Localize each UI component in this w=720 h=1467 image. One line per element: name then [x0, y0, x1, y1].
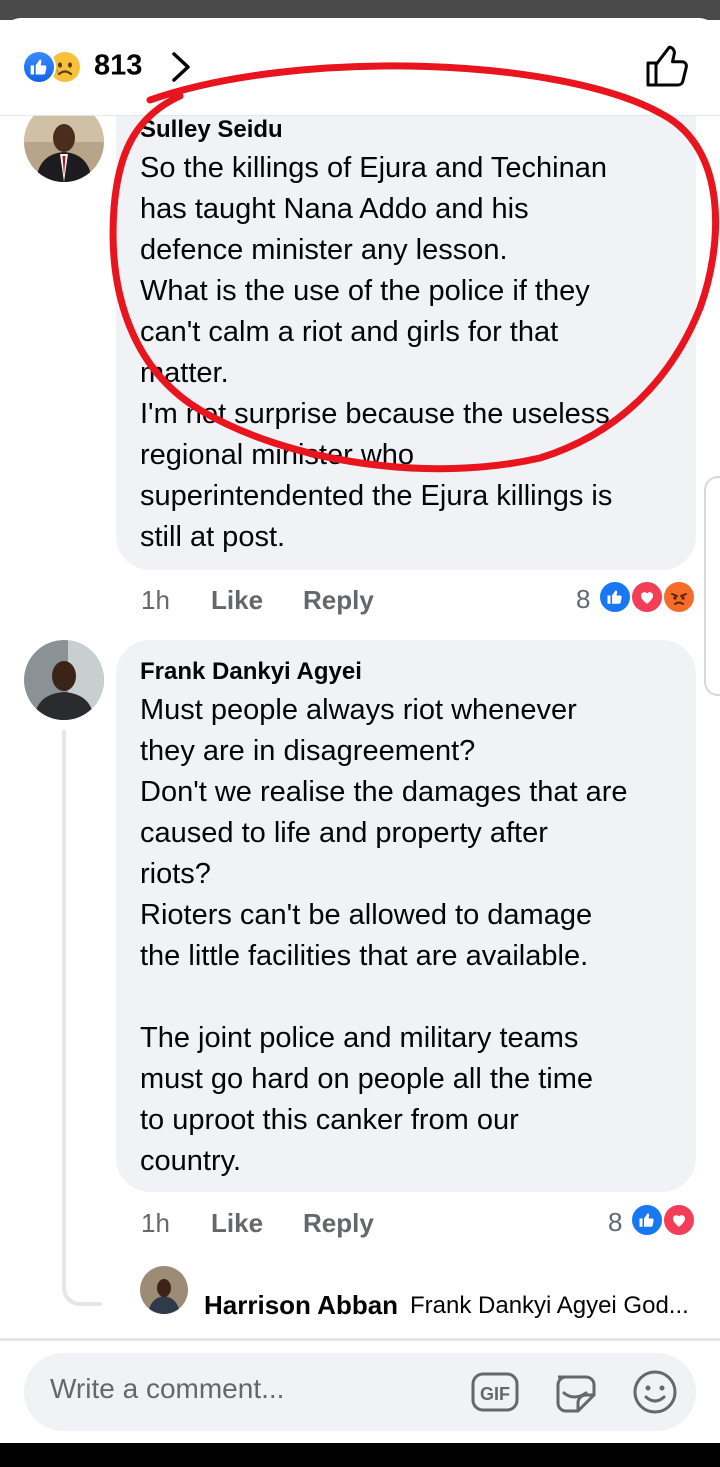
reaction-count[interactable]: 8 [576, 584, 590, 615]
comment-line: Must people always riot whenever [140, 694, 577, 726]
comment-line [140, 977, 628, 1018]
system-nav-bar [0, 1443, 720, 1467]
like-link[interactable]: Like [211, 1208, 263, 1239]
sticker-icon[interactable] [550, 1367, 600, 1417]
comment-line: I'm not surprise because the useless [140, 398, 610, 430]
like-outline-icon[interactable] [644, 44, 692, 88]
comment-composer[interactable]: Write a comment... GIF [24, 1353, 696, 1431]
comment-line: the little facilities that are available… [140, 940, 589, 972]
like-icon[interactable] [598, 580, 632, 614]
avatar[interactable] [24, 640, 104, 720]
comment-line: Don't we realise the damages that are [140, 776, 628, 808]
divider [0, 1338, 720, 1341]
comment-line: What is the use of the police if they [140, 275, 590, 307]
angry-icon[interactable] [662, 580, 696, 614]
comment-line: country. [140, 1145, 242, 1177]
like-link[interactable]: Like [211, 585, 263, 616]
comment-line: must go hard on people all the time [140, 1063, 593, 1095]
comment-author[interactable]: Sulley Seidu [140, 116, 283, 144]
comment-line: has taught Nana Addo and his [140, 193, 529, 225]
comment-text: So the killings of Ejura and Techinan ha… [140, 148, 612, 558]
emoji-icon[interactable] [630, 1367, 680, 1417]
reply-link[interactable]: Reply [303, 1208, 374, 1239]
comment-line: they are in disagreement? [140, 735, 476, 767]
reply-author[interactable]: Harrison Abban [204, 1290, 398, 1321]
reaction-count[interactable]: 8 [608, 1207, 622, 1238]
status-strip [0, 0, 720, 20]
like-icon[interactable] [630, 1203, 664, 1237]
comment-line: regional minister who [140, 439, 415, 471]
comment-text: Must people always riot whenever they ar… [140, 690, 628, 1182]
comment-line: superintendented the Ejura killings is [140, 480, 613, 512]
scroll-handle[interactable] [704, 476, 720, 696]
comment-input[interactable]: Write a comment... [50, 1373, 284, 1405]
gif-icon[interactable]: GIF [470, 1367, 520, 1417]
reply-snippet[interactable]: Frank Dankyi Agyei God... [410, 1292, 700, 1320]
reaction-summary[interactable] [22, 50, 92, 84]
comment-line: So the killings of Ejura and Techinan [140, 152, 607, 184]
thread-line [62, 730, 102, 1306]
svg-text:GIF: GIF [480, 1384, 510, 1404]
avatar[interactable] [140, 1266, 188, 1314]
comment-line: matter. [140, 357, 229, 389]
chevron-right-icon[interactable] [166, 50, 196, 84]
comment-line: caused to life and property after [140, 817, 548, 849]
comment-line: The joint police and military teams [140, 1022, 579, 1054]
comment-line: to uproot this canker from our [140, 1104, 519, 1136]
love-icon[interactable] [630, 580, 664, 614]
comment-time: 1h [141, 585, 170, 615]
reaction-count[interactable]: 813 [94, 50, 142, 83]
comment-line: defence minister any lesson. [140, 234, 508, 266]
reactions-header: 813 [0, 18, 720, 116]
comment-line: can't calm a riot and girls for that [140, 316, 559, 348]
reply-link[interactable]: Reply [303, 585, 374, 616]
comments-sheet: 813 Sulley Seidu So the killings of Ejur… [0, 18, 720, 1443]
comment-line: still at post. [140, 521, 286, 553]
love-icon[interactable] [662, 1203, 696, 1237]
comment-line: Rioters can't be allowed to damage [140, 899, 593, 931]
comment-author[interactable]: Frank Dankyi Agyei [140, 658, 362, 686]
comment-line: riots? [140, 858, 211, 890]
comment-time: 1h [141, 1208, 170, 1238]
like-icon [22, 50, 56, 84]
